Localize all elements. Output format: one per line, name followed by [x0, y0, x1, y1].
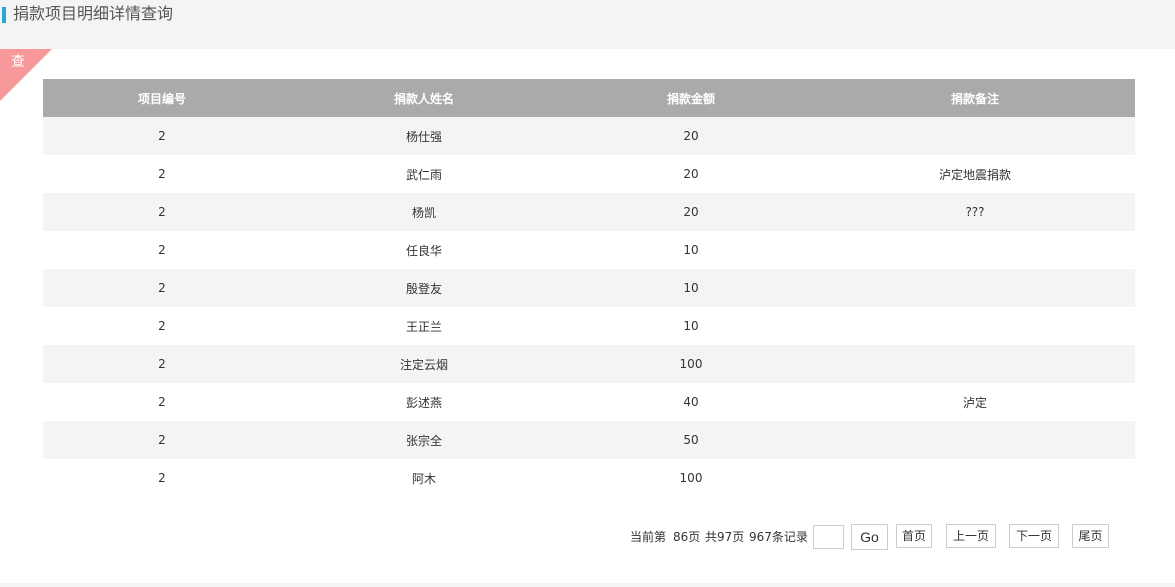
table-row: 2 张宗全 50 — [43, 421, 1135, 459]
cell-note — [815, 459, 1135, 497]
pager-total-records: 967条记录 — [749, 530, 808, 544]
column-header-donor-name: 捐款人姓名 — [281, 79, 567, 117]
cell-note: ??? — [815, 193, 1135, 231]
cell-project-id: 2 — [43, 345, 281, 383]
last-page-button[interactable]: 尾页 — [1072, 524, 1109, 548]
column-header-note: 捐款备注 — [815, 79, 1135, 117]
cell-amount: 100 — [567, 459, 815, 497]
cell-donor-name: 王正兰 — [281, 307, 567, 345]
cell-amount: 50 — [567, 421, 815, 459]
cell-amount: 20 — [567, 193, 815, 231]
cell-donor-name: 武仁雨 — [281, 155, 567, 193]
cell-donor-name: 任良华 — [281, 231, 567, 269]
cell-project-id: 2 — [43, 383, 281, 421]
column-header-project-id: 项目编号 — [43, 79, 281, 117]
cell-project-id: 2 — [43, 231, 281, 269]
cell-note: 泸定地震捐款 — [815, 155, 1135, 193]
pager-current-label: 当前第 — [630, 530, 667, 544]
cell-amount: 10 — [567, 269, 815, 307]
cell-project-id: 2 — [43, 155, 281, 193]
next-page-button[interactable]: 下一页 — [1009, 524, 1059, 548]
page-header: 捐款项目明细详情查询 — [0, 0, 1175, 49]
table-row: 2 杨凯 20??? — [43, 193, 1135, 231]
page-title: 捐款项目明细详情查询 — [13, 4, 174, 23]
pager-current-page: 86页 — [673, 530, 701, 544]
cell-donor-name: 杨仕强 — [281, 117, 567, 155]
bottom-strip — [0, 583, 1175, 587]
table-row: 2 任良华 10 — [43, 231, 1135, 269]
cell-amount: 10 — [567, 307, 815, 345]
title-accent-bar — [2, 7, 6, 23]
table-row: 2 殷登友 10 — [43, 269, 1135, 307]
content-panel: 查 项目编号 捐款人姓名 捐款金额 捐款备注 2 杨仕强 20 2 武仁雨 20 泸定地震捐… — [0, 49, 1175, 583]
cell-donor-name: 彭述燕 — [281, 383, 567, 421]
first-page-button[interactable]: 首页 — [896, 524, 932, 548]
table-row: 2 王正兰 10 — [43, 307, 1135, 345]
table-row: 2 阿木 100 — [43, 459, 1135, 497]
pagination: 当前第 86页 共97页 967条记录 Go 首页 上一页 下一页 尾页 — [0, 524, 1175, 550]
table-row: 2 武仁雨 20 泸定地震捐款 — [43, 155, 1135, 193]
prev-page-button[interactable]: 上一页 — [946, 524, 996, 548]
cell-project-id: 2 — [43, 117, 281, 155]
go-button[interactable]: Go — [851, 524, 888, 550]
cell-project-id: 2 — [43, 307, 281, 345]
column-header-amount: 捐款金额 — [567, 79, 815, 117]
cell-amount: 40 — [567, 383, 815, 421]
cell-note — [815, 421, 1135, 459]
cell-project-id: 2 — [43, 459, 281, 497]
cell-note — [815, 269, 1135, 307]
table-row: 2 杨仕强 20 — [43, 117, 1135, 155]
table-row: 2 注定云烟 100 — [43, 345, 1135, 383]
cell-project-id: 2 — [43, 193, 281, 231]
cell-donor-name: 张宗全 — [281, 421, 567, 459]
cell-donor-name: 注定云烟 — [281, 345, 567, 383]
cell-donor-name: 杨凯 — [281, 193, 567, 231]
cell-project-id: 2 — [43, 421, 281, 459]
corner-tag-label: 查 — [11, 54, 25, 70]
cell-note — [815, 345, 1135, 383]
donation-table: 项目编号 捐款人姓名 捐款金额 捐款备注 2 杨仕强 20 2 武仁雨 20 泸定地震捐款 2… — [43, 79, 1135, 497]
cell-donor-name: 阿木 — [281, 459, 567, 497]
page-number-input[interactable] — [813, 525, 844, 549]
cell-amount: 20 — [567, 117, 815, 155]
cell-amount: 20 — [567, 155, 815, 193]
cell-note: 泸定 — [815, 383, 1135, 421]
cell-note — [815, 117, 1135, 155]
table-row: 2 彭述燕 40 泸定 — [43, 383, 1135, 421]
cell-note — [815, 231, 1135, 269]
cell-note — [815, 307, 1135, 345]
cell-donor-name: 殷登友 — [281, 269, 567, 307]
pager-total-pages: 共97页 — [705, 530, 745, 544]
cell-project-id: 2 — [43, 269, 281, 307]
cell-amount: 10 — [567, 231, 815, 269]
cell-amount: 100 — [567, 345, 815, 383]
table-header-row: 项目编号 捐款人姓名 捐款金额 捐款备注 — [43, 79, 1135, 117]
